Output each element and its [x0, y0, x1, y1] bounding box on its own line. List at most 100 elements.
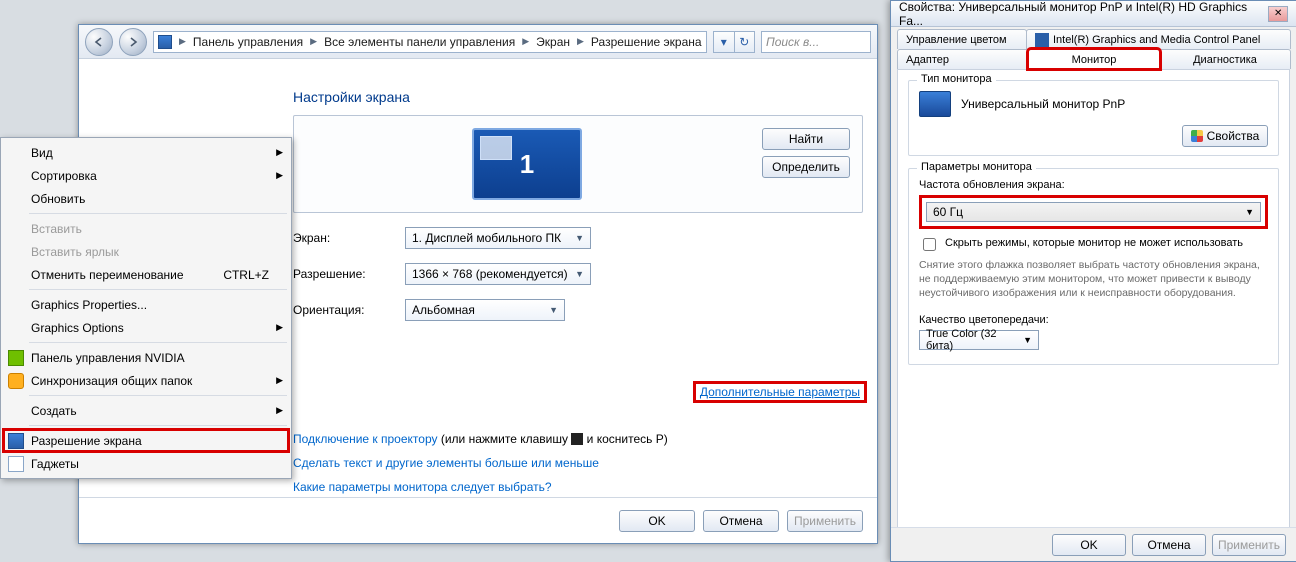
cancel-button[interactable]: Отмена — [703, 510, 779, 532]
submenu-arrow-icon: ▶ — [276, 405, 283, 416]
refresh-rate-highlight: 60 Гц▼ — [919, 195, 1268, 229]
tab-diagnostics[interactable]: Диагностика — [1159, 49, 1291, 69]
monitor-preview[interactable]: 1 — [306, 128, 748, 200]
submenu-arrow-icon: ▶ — [276, 375, 283, 386]
address-bar[interactable]: ▶ Панель управления ▶ Все элементы панел… — [153, 31, 707, 53]
help-links: Подключение к проектору (или нажмите кла… — [293, 427, 668, 499]
apply-button[interactable]: Применить — [1212, 534, 1286, 556]
chevron-down-icon: ▼ — [575, 233, 584, 243]
tab-strip: Управление цветом Intel(R) Graphics and … — [891, 27, 1296, 69]
menu-sort[interactable]: Сортировка▶ — [3, 164, 289, 187]
intel-icon — [1035, 33, 1049, 47]
detect-button[interactable]: Определить — [762, 156, 850, 178]
breadcrumb[interactable]: Экран — [536, 35, 570, 49]
hide-modes-label: Скрыть режимы, которые монитор не может … — [945, 237, 1243, 249]
sync-icon — [8, 373, 24, 389]
find-button[interactable]: Найти — [762, 128, 850, 150]
dialog-footer: OK Отмена Применить — [79, 497, 877, 543]
dialog-footer: OK Отмена Применить — [891, 527, 1296, 561]
close-button[interactable]: ✕ — [1268, 6, 1288, 22]
uac-shield-icon — [1191, 130, 1203, 142]
advanced-settings-link[interactable]: Дополнительные параметры — [693, 381, 867, 403]
chevron-right-icon: ▶ — [308, 36, 319, 47]
menu-separator — [29, 425, 287, 426]
chevron-down-icon: ▼ — [575, 269, 584, 279]
projector-link[interactable]: Подключение к проектору — [293, 432, 438, 446]
resolution-label: Разрешение: — [293, 267, 405, 281]
resolution-select[interactable]: 1366 × 768 (рекомендуется)▼ — [405, 263, 591, 285]
dialog-title: Свойства: Универсальный монитор PnP и In… — [899, 0, 1268, 28]
hide-modes-note: Снятие этого флажка позволяет выбрать ча… — [919, 258, 1268, 300]
display-icon — [8, 433, 24, 449]
menu-gadgets[interactable]: Гаджеты — [3, 452, 289, 475]
search-input[interactable]: Поиск в... — [761, 31, 871, 53]
monitor-type-group: Тип монитора Универсальный монитор PnP С… — [908, 80, 1279, 156]
orientation-label: Ориентация: — [293, 303, 405, 317]
tab-adapter[interactable]: Адаптер — [897, 49, 1029, 69]
dialog-titlebar: Свойства: Универсальный монитор PnP и In… — [891, 1, 1296, 27]
monitor-number: 1 — [520, 149, 534, 180]
menu-create[interactable]: Создать▶ — [3, 399, 289, 422]
gadget-icon — [8, 456, 24, 472]
content-area: Настройки экрана 1 Найти Определить Экра… — [293, 75, 867, 483]
orientation-select[interactable]: Альбомная▼ — [405, 299, 565, 321]
hide-modes-input[interactable] — [923, 238, 936, 251]
search-placeholder: Поиск в... — [766, 35, 819, 49]
breadcrumb[interactable]: Разрешение экрана — [591, 35, 702, 49]
monitor-icon — [919, 91, 951, 117]
desktop-context-menu: Вид▶ Сортировка▶ Обновить Вставить Встав… — [0, 137, 292, 479]
nav-forward-button[interactable] — [119, 28, 147, 56]
tab-color-management[interactable]: Управление цветом — [897, 29, 1027, 49]
screen-select[interactable]: 1. Дисплей мобильного ПК▼ — [405, 227, 591, 249]
windows-key-icon — [571, 433, 583, 445]
menu-sync-folders[interactable]: Синхронизация общих папок▶ — [3, 369, 289, 392]
ok-button[interactable]: OK — [619, 510, 695, 532]
breadcrumb[interactable]: Все элементы панели управления — [324, 35, 515, 49]
group-title: Тип монитора — [917, 73, 996, 85]
page-title: Настройки экрана — [293, 89, 867, 105]
refresh-rate-label: Частота обновления экрана: — [919, 179, 1268, 191]
tab-intel-graphics[interactable]: Intel(R) Graphics and Media Control Pane… — [1026, 29, 1291, 49]
menu-nvidia-panel[interactable]: Панель управления NVIDIA — [3, 346, 289, 369]
properties-button[interactable]: Свойства — [1182, 125, 1268, 147]
apply-button[interactable]: Применить — [787, 510, 863, 532]
monitor-properties-dialog: Свойства: Универсальный монитор PnP и In… — [890, 0, 1296, 562]
color-quality-select[interactable]: True Color (32 бита)▼ — [919, 330, 1039, 350]
which-settings-link[interactable]: Какие параметры монитора следует выбрать… — [293, 480, 552, 494]
cancel-button[interactable]: Отмена — [1132, 534, 1206, 556]
tab-content: Тип монитора Универсальный монитор PnP С… — [897, 69, 1290, 541]
screen-label: Экран: — [293, 231, 405, 245]
menu-graphics-options[interactable]: Graphics Options▶ — [3, 316, 289, 339]
chevron-right-icon: ▶ — [177, 36, 188, 47]
menu-paste-shortcut: Вставить ярлык — [3, 240, 289, 263]
menu-refresh[interactable]: Обновить — [3, 187, 289, 210]
chevron-down-icon: ▼ — [1245, 207, 1254, 217]
breadcrumb[interactable]: Панель управления — [193, 35, 303, 49]
chevron-right-icon: ▶ — [575, 36, 586, 47]
submenu-arrow-icon: ▶ — [276, 147, 283, 158]
monitor-settings-group: Параметры монитора Частота обновления эк… — [908, 168, 1279, 365]
menu-view[interactable]: Вид▶ — [3, 141, 289, 164]
shortcut-label: CTRL+Z — [223, 268, 269, 282]
submenu-arrow-icon: ▶ — [276, 322, 283, 333]
color-quality-label: Качество цветопередачи: — [919, 314, 1268, 326]
toolbar: ▶ Панель управления ▶ Все элементы панел… — [79, 25, 877, 59]
text-size-link[interactable]: Сделать текст и другие элементы больше и… — [293, 456, 599, 470]
ok-button[interactable]: OK — [1052, 534, 1126, 556]
refresh-rate-select[interactable]: 60 Гц▼ — [926, 202, 1261, 222]
menu-screen-resolution[interactable]: Разрешение экрана — [3, 429, 289, 452]
tab-monitor[interactable]: Монитор — [1028, 49, 1160, 69]
monitor-name: Универсальный монитор PnP — [961, 97, 1125, 111]
chevron-right-icon: ▶ — [520, 36, 531, 47]
menu-graphics-properties[interactable]: Graphics Properties... — [3, 293, 289, 316]
menu-paste: Вставить — [3, 217, 289, 240]
nav-back-button[interactable] — [85, 28, 113, 56]
submenu-arrow-icon: ▶ — [276, 170, 283, 181]
dropdown-history-button[interactable]: ▾ — [714, 32, 734, 52]
control-panel-icon — [158, 35, 172, 49]
refresh-button[interactable]: ↻ — [734, 32, 755, 52]
menu-undo-rename[interactable]: Отменить переименованиеCTRL+Z — [3, 263, 289, 286]
hide-modes-checkbox[interactable]: Скрыть режимы, которые монитор не может … — [919, 237, 1268, 254]
monitor-thumbnail[interactable]: 1 — [472, 128, 582, 200]
group-title: Параметры монитора — [917, 161, 1036, 173]
